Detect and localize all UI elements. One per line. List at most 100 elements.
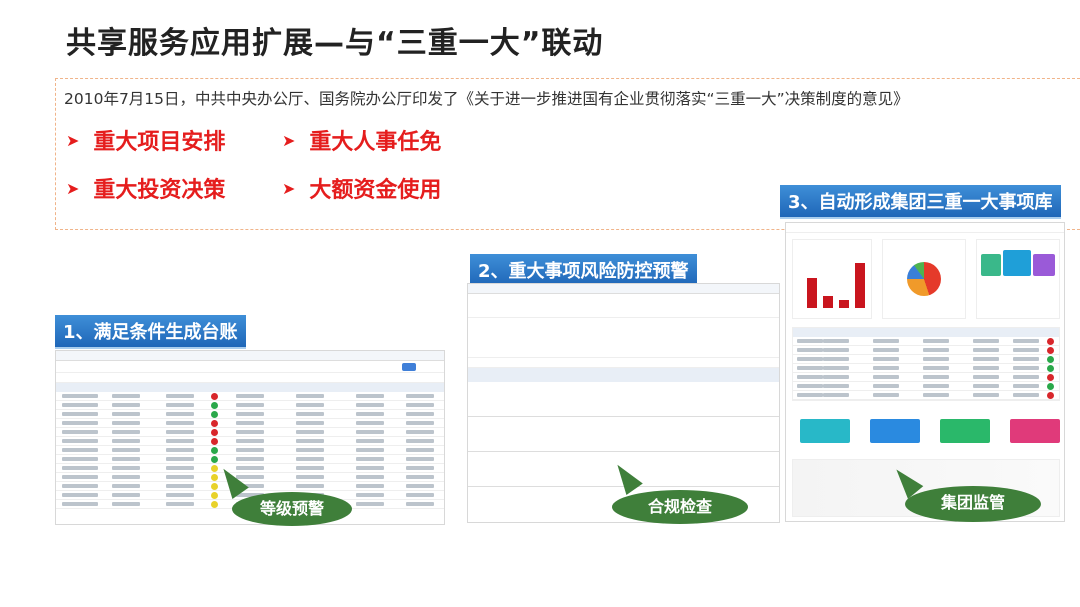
table-cell (923, 339, 949, 343)
table-cell (1013, 366, 1039, 370)
table-row[interactable] (56, 482, 444, 491)
library-table-body (793, 337, 1059, 400)
table-row[interactable] (793, 391, 1059, 400)
table-cell (923, 348, 949, 352)
summary-card[interactable] (1003, 250, 1031, 276)
table-cell (406, 439, 434, 443)
table-cell (923, 375, 949, 379)
table-cell (923, 384, 949, 388)
table-cell (356, 421, 384, 425)
table-cell (973, 384, 999, 388)
table-cell (356, 412, 384, 416)
table-cell (797, 348, 823, 352)
table-cell (873, 339, 899, 343)
table-cell (166, 412, 194, 416)
table-cell (823, 366, 849, 370)
table-cell (797, 339, 823, 343)
table-cell (406, 484, 434, 488)
summary-card[interactable] (981, 254, 1001, 276)
status-card[interactable] (1010, 419, 1060, 443)
summary-cards-panel (976, 239, 1060, 319)
status-dot-icon (1047, 374, 1054, 381)
table-cell (406, 412, 434, 416)
chart-bar (823, 296, 833, 308)
status-card[interactable] (940, 419, 990, 443)
table-cell (62, 484, 98, 488)
table-cell (166, 430, 194, 434)
status-card[interactable] (800, 419, 850, 443)
table-row[interactable] (56, 419, 444, 428)
arrow-right-icon: ➤ (282, 179, 296, 198)
library-header (786, 223, 1064, 233)
status-dot-icon (1047, 347, 1054, 354)
table-row[interactable] (56, 455, 444, 464)
table-row[interactable] (56, 464, 444, 473)
table-cell (62, 412, 98, 416)
table-cell (873, 357, 899, 361)
table-row[interactable] (793, 382, 1059, 391)
table-cell (873, 375, 899, 379)
section-3-label: 3、自动形成集团三重一大事项库 (780, 185, 1061, 219)
table-cell (923, 357, 949, 361)
table-cell (973, 339, 999, 343)
summary-card[interactable] (1033, 254, 1055, 276)
table-cell (236, 448, 264, 452)
table-cell (112, 412, 140, 416)
chart-bar (807, 278, 817, 308)
table-cell (166, 403, 194, 407)
table-cell (797, 366, 823, 370)
arrow-right-icon: ➤ (66, 131, 80, 150)
bullet-major-project: ➤ 重大项目安排 (66, 130, 226, 155)
table-row[interactable] (793, 373, 1059, 382)
table-row[interactable] (56, 410, 444, 419)
ledger-header (56, 351, 444, 361)
status-dot-icon (211, 483, 218, 490)
table-cell (296, 394, 324, 398)
risk-table-header (468, 368, 779, 382)
page-title: 共享服务应用扩展—与“三重一大”联动 (66, 26, 604, 61)
table-cell (62, 493, 98, 497)
table-row[interactable] (793, 337, 1059, 346)
table-cell (356, 457, 384, 461)
table-cell (1013, 375, 1039, 379)
table-cell (1013, 384, 1039, 388)
table-row[interactable] (56, 446, 444, 455)
table-cell (406, 475, 434, 479)
table-row[interactable] (56, 437, 444, 446)
search-button[interactable] (402, 363, 416, 371)
table-cell (166, 421, 194, 425)
table-row[interactable] (793, 355, 1059, 364)
risk-row (468, 382, 779, 417)
table-cell (296, 403, 324, 407)
table-cell (296, 439, 324, 443)
table-cell (112, 493, 140, 497)
table-cell (923, 366, 949, 370)
table-cell (1013, 348, 1039, 352)
table-row[interactable] (793, 364, 1059, 373)
table-cell (406, 457, 434, 461)
table-cell (406, 421, 434, 425)
status-dot-icon (1047, 365, 1054, 372)
table-cell (823, 375, 849, 379)
table-cell (973, 357, 999, 361)
table-row[interactable] (56, 473, 444, 482)
table-cell (62, 502, 98, 506)
intro-text: 2010年7月15日，中共中央办公厅、国务院办公厅印发了《关于进一步推进国有企业… (64, 90, 909, 108)
table-cell (296, 448, 324, 452)
pie-chart (907, 262, 941, 296)
table-cell (112, 430, 140, 434)
risk-row (468, 417, 779, 452)
table-row[interactable] (56, 401, 444, 410)
arrow-right-icon: ➤ (282, 131, 296, 150)
table-cell (356, 502, 384, 506)
table-cell (1013, 339, 1039, 343)
table-row[interactable] (56, 392, 444, 401)
status-card[interactable] (870, 419, 920, 443)
library-table (792, 327, 1060, 401)
table-cell (112, 502, 140, 506)
table-row[interactable] (56, 428, 444, 437)
table-cell (166, 457, 194, 461)
table-row[interactable] (793, 346, 1059, 355)
table-cell (873, 366, 899, 370)
table-cell (973, 375, 999, 379)
